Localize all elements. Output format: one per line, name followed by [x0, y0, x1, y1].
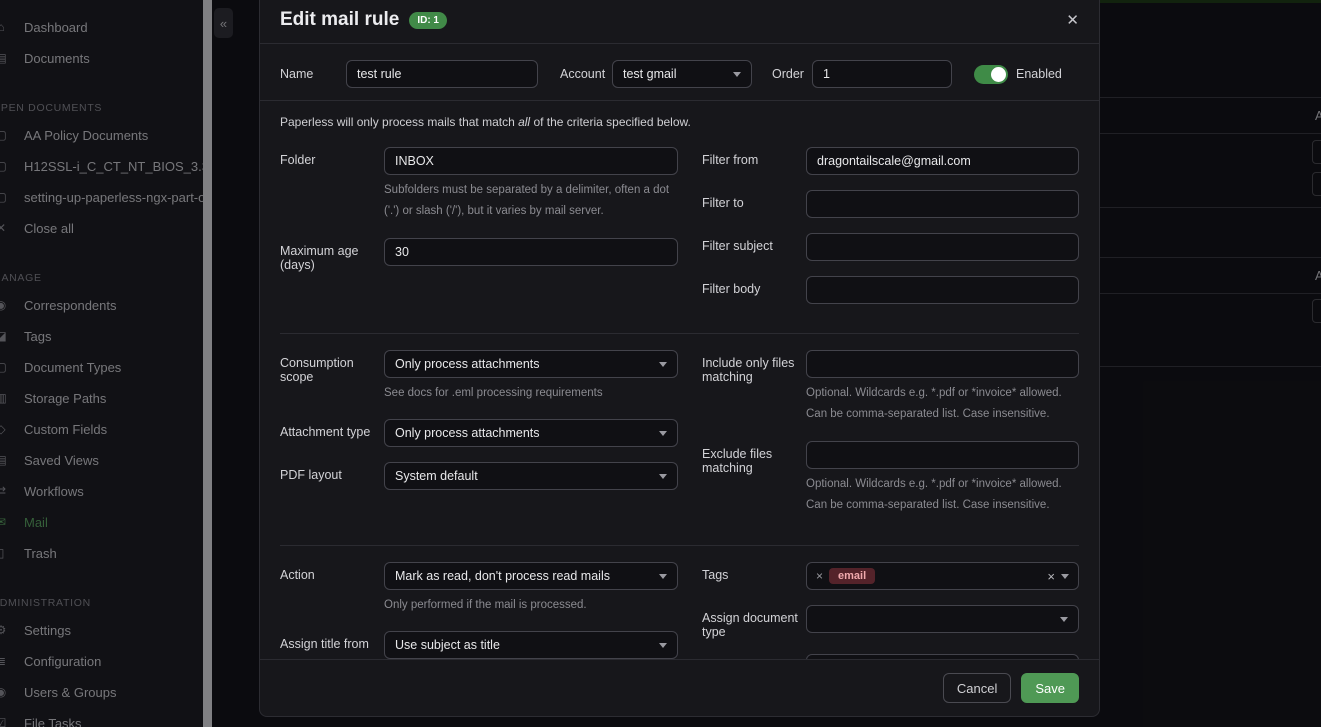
filter-from-field: Filter from: [702, 147, 1079, 175]
consumption-scope-value: Only process attachments: [395, 357, 653, 371]
order-label: Order: [772, 67, 812, 81]
dialog-footer: Cancel Save: [260, 659, 1099, 716]
pdf-layout-label: PDF layout: [280, 462, 384, 490]
account-label: Account: [560, 67, 612, 81]
app-window: Mail Mail accounts Name Actions test gma…: [0, 0, 1321, 727]
folder-help: Subfolders must be separated by a delimi…: [384, 180, 678, 223]
name-label: Name: [280, 67, 346, 81]
dialog-header: Edit mail rule ID: 1 ✕: [260, 0, 1099, 44]
assign-doctype-field: Assign document type: [702, 605, 1079, 639]
filter-body-field: Filter body: [702, 276, 1079, 304]
filter-from-label: Filter from: [702, 147, 806, 175]
chevron-down-icon: [659, 643, 667, 648]
assign-doctype-label: Assign document type: [702, 605, 806, 639]
assign-title-label: Assign title from: [280, 631, 384, 659]
order-input[interactable]: [812, 60, 952, 88]
exclude-files-input[interactable]: [806, 441, 1079, 469]
include-files-help: Optional. Wildcards e.g. *.pdf or *invoi…: [806, 383, 1079, 426]
pdf-layout-field: PDF layout System default: [280, 462, 678, 490]
consumption-scope-select[interactable]: Only process attachments: [384, 350, 678, 378]
pdf-layout-select[interactable]: System default: [384, 462, 678, 490]
criteria-note: Paperless will only process mails that m…: [280, 115, 1079, 129]
actions-section: Action Mark as read, don't process read …: [280, 545, 1079, 659]
folder-label: Folder: [280, 147, 384, 223]
consumption-scope-help: See docs for .eml processing requirement…: [384, 383, 678, 404]
max-age-input[interactable]: [384, 238, 678, 266]
attachment-type-select[interactable]: Only process attachments: [384, 419, 678, 447]
filter-from-input[interactable]: [806, 147, 1079, 175]
pdf-layout-value: System default: [395, 469, 653, 483]
tags-label: Tags: [702, 562, 806, 590]
action-help: Only performed if the mail is processed.: [384, 595, 678, 616]
filter-subject-input[interactable]: [806, 233, 1079, 261]
criteria-section: Folder Subfolders must be separated by a…: [280, 131, 1079, 321]
tag-chip: email: [829, 568, 875, 584]
cancel-button[interactable]: Cancel: [943, 673, 1011, 703]
clear-tags-icon[interactable]: ×: [1047, 569, 1055, 584]
filter-subject-field: Filter subject: [702, 233, 1079, 261]
dialog-body: Name Account test gmail Order Enabled Pa…: [260, 44, 1099, 659]
attachment-type-label: Attachment type: [280, 419, 384, 447]
account-select-value: test gmail: [623, 67, 727, 81]
chevron-down-icon: [1061, 574, 1069, 579]
close-icon[interactable]: ✕: [1066, 11, 1079, 29]
rule-basic-row: Name Account test gmail Order Enabled: [280, 60, 1079, 88]
chevron-down-icon: [1060, 617, 1068, 622]
attachment-type-field: Attachment type Only process attachments: [280, 419, 678, 447]
include-files-label: Include only files matching: [702, 350, 806, 426]
edit-mail-rule-dialog: Edit mail rule ID: 1 ✕ Name Account test…: [259, 0, 1100, 717]
max-age-field: Maximum age (days): [280, 238, 678, 272]
filter-to-input[interactable]: [806, 190, 1079, 218]
chevron-down-icon: [659, 362, 667, 367]
toggle-knob: [991, 67, 1006, 82]
chevron-down-icon: [659, 474, 667, 479]
exclude-files-field: Exclude files matching Optional. Wildcar…: [702, 441, 1079, 517]
action-select[interactable]: Mark as read, don't process read mails: [384, 562, 678, 590]
action-field: Action Mark as read, don't process read …: [280, 562, 678, 616]
dialog-title: Edit mail rule: [280, 9, 399, 31]
exclude-files-help: Optional. Wildcards e.g. *.pdf or *invoi…: [806, 474, 1079, 517]
folder-field: Folder Subfolders must be separated by a…: [280, 147, 678, 223]
action-label: Action: [280, 562, 384, 616]
chevron-down-icon: [659, 574, 667, 579]
max-age-label: Maximum age (days): [280, 238, 384, 272]
include-files-field: Include only files matching Optional. Wi…: [702, 350, 1079, 426]
enabled-label: Enabled: [1016, 67, 1062, 81]
action-value: Mark as read, don't process read mails: [395, 569, 653, 583]
tags-select[interactable]: × email ×: [806, 562, 1079, 590]
enabled-toggle[interactable]: [974, 65, 1008, 84]
filter-subject-label: Filter subject: [702, 233, 806, 261]
id-badge: ID: 1: [409, 12, 447, 29]
chevron-down-icon: [733, 72, 741, 77]
consumption-scope-label: Consumption scope: [280, 350, 384, 404]
tags-field: Tags × email ×: [702, 562, 1079, 590]
attachment-type-value: Only process attachments: [395, 426, 653, 440]
assign-title-select[interactable]: Use subject as title: [384, 631, 678, 659]
account-select[interactable]: test gmail: [612, 60, 752, 88]
include-files-input[interactable]: [806, 350, 1079, 378]
chevron-down-icon: [659, 431, 667, 436]
consumption-scope-field: Consumption scope Only process attachmen…: [280, 350, 678, 404]
assign-title-field: Assign title from Use subject as title: [280, 631, 678, 659]
filter-to-field: Filter to: [702, 190, 1079, 218]
divider: [260, 100, 1099, 101]
filter-to-label: Filter to: [702, 190, 806, 218]
tag-remove-icon[interactable]: ×: [816, 569, 823, 583]
name-input[interactable]: [346, 60, 538, 88]
assign-doctype-select[interactable]: [806, 605, 1079, 633]
filter-body-label: Filter body: [702, 276, 806, 304]
save-button[interactable]: Save: [1021, 673, 1079, 703]
assign-title-value: Use subject as title: [395, 638, 653, 652]
processing-section: Consumption scope Only process attachmen…: [280, 333, 1079, 533]
folder-input[interactable]: [384, 147, 678, 175]
exclude-files-label: Exclude files matching: [702, 441, 806, 517]
filter-body-input[interactable]: [806, 276, 1079, 304]
